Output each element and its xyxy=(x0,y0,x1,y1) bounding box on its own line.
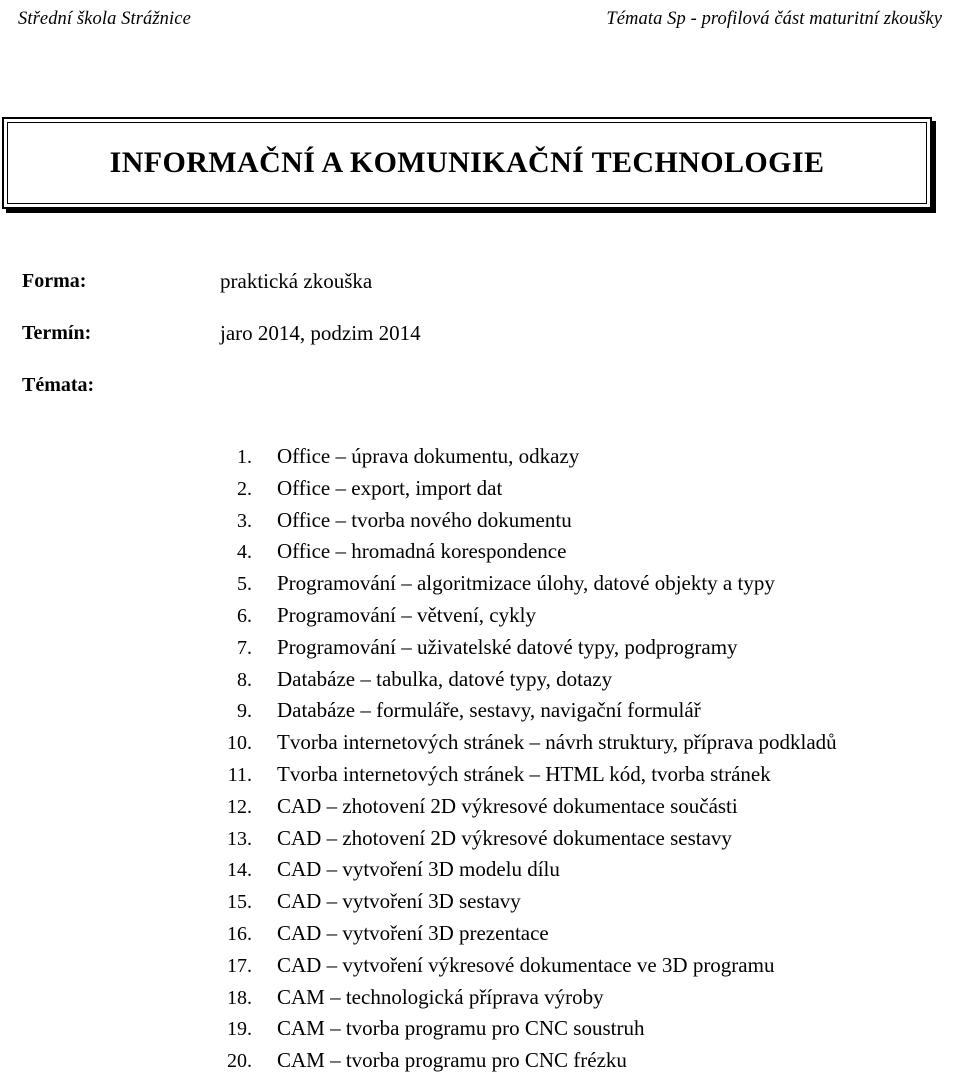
topic-label: Office – tvorba nového dokumentu xyxy=(277,507,572,532)
topic-label: CAD – vytvoření 3D prezentace xyxy=(277,920,549,945)
topic-label: CAD – zhotovení 2D výkresové dokumentace… xyxy=(277,825,732,850)
topic-row: 13. CAD – zhotovení 2D výkresové dokument… xyxy=(0,825,960,857)
topic-number: 9. xyxy=(237,700,252,723)
page-header: Střední škola Strážnice Témata Sp - prof… xyxy=(0,8,960,34)
topic-number: 19. xyxy=(227,1018,252,1041)
meta-row-termin: Termín: jaro 2014, podzim 2014 xyxy=(0,320,960,372)
topic-label: CAM – tvorba programu pro CNC frézku xyxy=(277,1048,627,1073)
topic-number: 17. xyxy=(227,954,252,977)
topic-row: 1. Office – úprava dokumentu, odkazy xyxy=(0,443,960,475)
topic-label: CAM – tvorba programu pro CNC soustruh xyxy=(277,1016,645,1041)
header-school-name: Střední škola Strážnice xyxy=(18,9,191,29)
topic-label: CAD – vytvoření výkresové dokumentace ve… xyxy=(277,952,775,977)
topic-label: Databáze – formuláře, sestavy, navigační… xyxy=(277,698,701,723)
topic-label: Programování – algoritmizace úlohy, dato… xyxy=(277,571,775,596)
topic-label: CAD – vytvoření 3D sestavy xyxy=(277,889,521,914)
topic-number: 13. xyxy=(227,827,252,850)
topic-label: Office – export, import dat xyxy=(277,475,503,500)
forma-label: Forma: xyxy=(22,270,87,292)
topic-number: 2. xyxy=(237,477,252,500)
topic-label: Tvorba internetových stránek – HTML kód,… xyxy=(277,761,771,786)
topic-row: 4. Office – hromadná korespondence xyxy=(0,538,960,570)
topic-row: 18. CAM – technologická příprava výroby xyxy=(0,984,960,1016)
forma-value: praktická zkouška xyxy=(220,269,373,293)
topic-row: 14. CAD – vytvoření 3D modelu dílu xyxy=(0,856,960,888)
title-box: INFORMAČNÍ A KOMUNIKAČNÍ TECHNOLOGIE xyxy=(2,117,932,209)
termin-label: Termín: xyxy=(22,322,92,344)
topic-number: 6. xyxy=(237,604,252,627)
topic-row: 5. Programování – algoritmizace úlohy, da… xyxy=(0,570,960,602)
topic-number: 4. xyxy=(237,541,252,564)
topic-number: 7. xyxy=(237,636,252,659)
topic-row: 11. Tvorba internetových stránek – HTML k… xyxy=(0,761,960,793)
topic-number: 12. xyxy=(227,795,252,818)
topic-label: CAM – technologická příprava výroby xyxy=(277,984,604,1009)
topic-row: 16. CAD – vytvoření 3D prezentace xyxy=(0,920,960,952)
topic-row: 2. Office – export, import dat xyxy=(0,475,960,507)
topic-number: 20. xyxy=(227,1050,252,1073)
topic-row: 8. Databáze – tabulka, datové typy, dotaz… xyxy=(0,666,960,698)
topics-list: 1. Office – úprava dokumentu, odkazy 2. Off… xyxy=(0,443,960,1079)
temata-label: Témata: xyxy=(22,374,95,396)
topic-number: 3. xyxy=(237,509,252,532)
exam-meta: Forma: praktická zkouška Termín: jaro 20… xyxy=(0,268,960,424)
page-title: INFORMAČNÍ A KOMUNIKAČNÍ TECHNOLOGIE xyxy=(109,146,825,179)
topic-number: 1. xyxy=(237,446,252,468)
topic-row: 7. Programování – uživatelské datové typy… xyxy=(0,634,960,666)
topic-label: Databáze – tabulka, datové typy, dotazy xyxy=(277,666,613,691)
topic-row: 17. CAD – vytvoření výkresové dokumentace… xyxy=(0,952,960,984)
topic-label: Office – hromadná korespondence xyxy=(277,539,567,564)
topic-row: 20. CAM – tvorba programu pro CNC frézku xyxy=(0,1047,960,1079)
topic-label: Programování – uživatelské datové typy, … xyxy=(277,634,738,659)
topic-label: Office – úprava dokumentu, odkazy xyxy=(277,444,580,468)
topic-row: 12. CAD – zhotovení 2D výkresové dokument… xyxy=(0,793,960,825)
topic-row: 3. Office – tvorba nového dokumentu xyxy=(0,507,960,539)
topic-label: Programování – větvení, cykly xyxy=(277,602,536,627)
topic-number: 10. xyxy=(227,732,252,755)
topic-row: 10. Tvorba internetových stránek – návrh … xyxy=(0,729,960,761)
topic-number: 5. xyxy=(237,573,252,596)
topic-number: 16. xyxy=(227,922,252,945)
topic-row: 9. Databáze – formuláře, sestavy, navigač… xyxy=(0,697,960,729)
topic-row: 19. CAM – tvorba programu pro CNC soustru… xyxy=(0,1015,960,1047)
topic-label: Tvorba internetových stránek – návrh str… xyxy=(277,730,837,755)
topic-number: 18. xyxy=(227,986,252,1009)
termin-value: jaro 2014, podzim 2014 xyxy=(220,321,421,345)
title-box-inner-border: INFORMAČNÍ A KOMUNIKAČNÍ TECHNOLOGIE xyxy=(7,122,927,204)
topic-number: 11. xyxy=(227,763,252,786)
topic-number: 15. xyxy=(227,891,252,914)
topic-label: CAD – vytvoření 3D modelu dílu xyxy=(277,857,560,882)
meta-row-forma: Forma: praktická zkouška xyxy=(0,268,960,320)
topic-number: 14. xyxy=(227,859,252,882)
topic-row: 15. CAD – vytvoření 3D sestavy xyxy=(0,888,960,920)
topic-row: 6. Programování – větvení, cykly xyxy=(0,602,960,634)
topic-label: CAD – zhotovení 2D výkresové dokumentace… xyxy=(277,793,738,818)
header-document-title: Témata Sp - profilová část maturitní zko… xyxy=(606,9,942,29)
topic-number: 8. xyxy=(237,668,252,691)
meta-row-temata: Témata: xyxy=(0,372,960,424)
